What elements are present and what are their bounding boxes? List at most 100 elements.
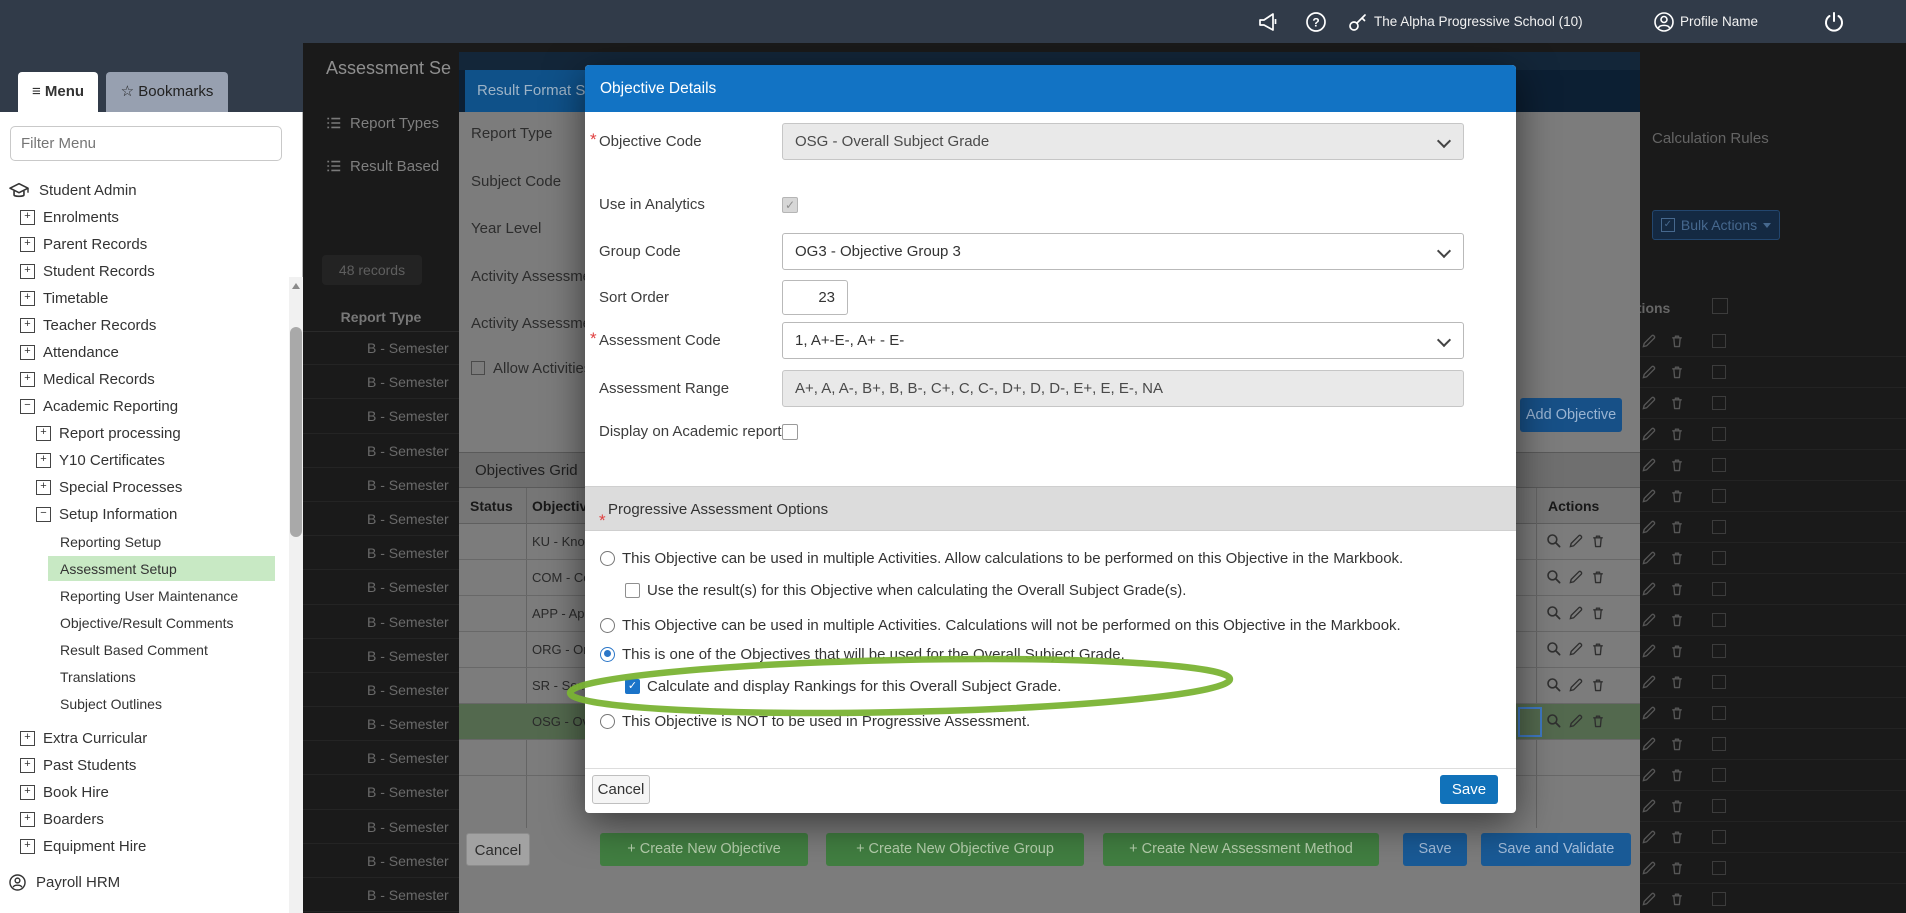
edit-pencil-icon[interactable] <box>1568 605 1584 626</box>
display-on-academic-report-checkbox[interactable] <box>782 424 798 440</box>
expand-icon[interactable]: + <box>20 291 35 306</box>
sidebar-item-boarders[interactable]: +Boarders <box>0 806 289 833</box>
radio-icon[interactable] <box>600 618 615 633</box>
delete-trash-icon[interactable] <box>1590 713 1606 734</box>
delete-trash-icon[interactable] <box>1669 550 1685 571</box>
edit-pencil-icon[interactable] <box>1641 364 1657 385</box>
edit-pencil-icon[interactable] <box>1568 533 1584 554</box>
edit-pencil-icon[interactable] <box>1641 829 1657 850</box>
edit-pencil-icon[interactable] <box>1641 891 1657 912</box>
scroll-up-icon[interactable] <box>292 283 300 289</box>
checkbox-icon[interactable] <box>625 583 640 598</box>
logout-power-icon[interactable] <box>1822 10 1846 34</box>
sidebar-item-assessment-setup[interactable]: Assessment Setup <box>0 555 289 582</box>
edit-pencil-icon[interactable] <box>1641 798 1657 819</box>
sidebar-item-report-processing[interactable]: +Report processing <box>0 420 289 447</box>
row-checkbox[interactable] <box>1712 427 1726 441</box>
option-radio-3[interactable]: This is one of the Objectives that will … <box>600 645 1125 663</box>
edit-pencil-icon[interactable] <box>1641 395 1657 416</box>
sidebar-item-extra-curricular[interactable]: +Extra Curricular <box>0 725 289 752</box>
edit-pencil-icon[interactable] <box>1568 677 1584 698</box>
edit-pencil-icon[interactable] <box>1641 612 1657 633</box>
edit-pencil-icon[interactable] <box>1641 674 1657 695</box>
profile-name[interactable]: Profile Name <box>1680 14 1758 29</box>
tab-bookmarks[interactable]: ☆ Bookmarks <box>106 72 228 112</box>
row-checkbox[interactable] <box>1712 551 1726 565</box>
delete-trash-icon[interactable] <box>1669 829 1685 850</box>
option-radio-0[interactable]: This Objective can be used in multiple A… <box>600 549 1403 567</box>
sidebar-scrollbar[interactable] <box>289 277 303 913</box>
allow-activities-checkbox[interactable] <box>471 361 485 375</box>
bg-header-checkbox[interactable] <box>1712 298 1728 314</box>
collapse-icon[interactable]: − <box>36 507 51 522</box>
delete-trash-icon[interactable] <box>1669 581 1685 602</box>
edit-pencil-icon[interactable] <box>1641 519 1657 540</box>
row-checkbox[interactable] <box>1712 582 1726 596</box>
sidebar-item-y10-certificates[interactable]: +Y10 Certificates <box>0 447 289 474</box>
add-objective-button[interactable]: Add Objective <box>1520 398 1622 432</box>
delete-trash-icon[interactable] <box>1669 767 1685 788</box>
option-checkbox-4[interactable]: ✓Calculate and display Rankings for this… <box>625 677 1061 695</box>
delete-trash-icon[interactable] <box>1590 677 1606 698</box>
profile-icon[interactable] <box>1652 10 1676 34</box>
help-icon[interactable]: ? <box>1304 10 1328 34</box>
view-search-icon[interactable] <box>1546 569 1562 590</box>
expand-icon[interactable]: + <box>20 758 35 773</box>
expand-icon[interactable]: + <box>36 426 51 441</box>
row-checkbox[interactable] <box>1712 737 1726 751</box>
expand-icon[interactable]: + <box>20 264 35 279</box>
row-checkbox[interactable] <box>1712 830 1726 844</box>
delete-trash-icon[interactable] <box>1669 395 1685 416</box>
sidebar-item-special-processes[interactable]: +Special Processes <box>0 474 289 501</box>
delete-trash-icon[interactable] <box>1669 488 1685 509</box>
option-checkbox-1[interactable]: Use the result(s) for this Objective whe… <box>625 581 1186 599</box>
expand-icon[interactable]: + <box>20 210 35 225</box>
option-radio-5[interactable]: This Objective is NOT to be used in Prog… <box>600 712 1030 730</box>
sort-order-input[interactable]: 23 <box>782 280 848 315</box>
sidebar-item-teacher-records[interactable]: +Teacher Records <box>0 312 289 339</box>
delete-trash-icon[interactable] <box>1590 605 1606 626</box>
sidebar-item-objective-result-comments[interactable]: Objective/Result Comments <box>0 609 289 636</box>
delete-trash-icon[interactable] <box>1590 533 1606 554</box>
expand-icon[interactable]: + <box>20 237 35 252</box>
delete-trash-icon[interactable] <box>1669 519 1685 540</box>
row-checkbox[interactable] <box>1712 458 1726 472</box>
expand-icon[interactable]: + <box>20 372 35 387</box>
modal-save-button[interactable]: Save <box>1440 775 1498 804</box>
edit-pencil-icon[interactable] <box>1641 550 1657 571</box>
expand-icon[interactable]: + <box>20 812 35 827</box>
school-name[interactable]: The Alpha Progressive School (10) <box>1374 14 1583 29</box>
expand-icon[interactable]: + <box>20 318 35 333</box>
delete-trash-icon[interactable] <box>1669 891 1685 912</box>
delete-trash-icon[interactable] <box>1669 643 1685 664</box>
sidebar-item-medical-records[interactable]: +Medical Records <box>0 366 289 393</box>
create-new-objective-button[interactable]: + Create New Objective <box>600 833 808 866</box>
key-icon[interactable] <box>1346 10 1370 34</box>
delete-trash-icon[interactable] <box>1669 457 1685 478</box>
panel-save-button[interactable]: Save <box>1403 833 1467 866</box>
delete-trash-icon[interactable] <box>1669 364 1685 385</box>
row-checkbox[interactable] <box>1712 365 1726 379</box>
scrollbar-thumb[interactable] <box>290 327 302 537</box>
create-new-objective-group-button[interactable]: + Create New Objective Group <box>826 833 1084 866</box>
view-search-icon[interactable] <box>1546 677 1562 698</box>
edit-pencil-icon[interactable] <box>1641 426 1657 447</box>
checkbox-checked-icon[interactable]: ✓ <box>625 679 640 694</box>
row-checkbox[interactable] <box>1712 396 1726 410</box>
sidebar-item-equipment-hire[interactable]: +Equipment Hire <box>0 833 289 860</box>
expand-icon[interactable]: + <box>20 731 35 746</box>
sidebar-item-parent-records[interactable]: +Parent Records <box>0 231 289 258</box>
sidebar-item-result-based-comment[interactable]: Result Based Comment <box>0 636 289 663</box>
sidebar-item-timetable[interactable]: +Timetable <box>0 285 289 312</box>
radio-selected-icon[interactable] <box>600 647 615 662</box>
edit-pencil-icon[interactable] <box>1641 860 1657 881</box>
row-checkbox[interactable] <box>1712 861 1726 875</box>
row-checkbox[interactable] <box>1712 520 1726 534</box>
sidebar-item-academic-reporting[interactable]: −Academic Reporting <box>0 393 289 420</box>
sidebar-item-translations[interactable]: Translations <box>0 663 289 690</box>
delete-trash-icon[interactable] <box>1669 705 1685 726</box>
row-checkbox[interactable] <box>1712 706 1726 720</box>
delete-trash-icon[interactable] <box>1669 674 1685 695</box>
delete-trash-icon[interactable] <box>1669 860 1685 881</box>
expand-icon[interactable]: + <box>20 785 35 800</box>
